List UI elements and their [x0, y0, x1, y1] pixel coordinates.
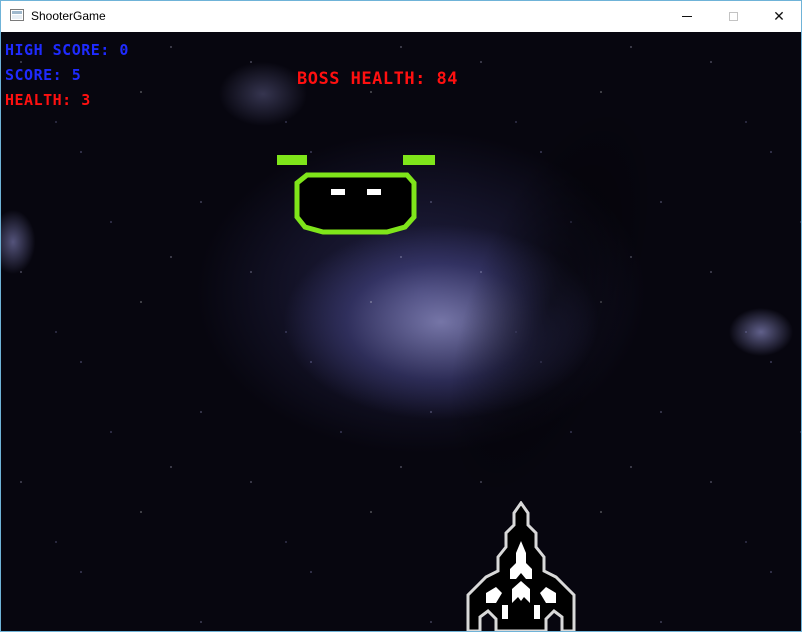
title-bar[interactable]: ShooterGame ✕ [1, 1, 801, 32]
boss-alien-sprite [277, 155, 435, 235]
game-canvas[interactable]: HIGH SCORE: 0 SCORE: 5 HEALTH: 3 BOSS HE… [1, 32, 801, 631]
game-window: ShooterGame ✕ HIGH SCORE: 0 SCORE: 5 HEA… [0, 0, 802, 632]
maximize-button[interactable] [710, 1, 756, 32]
score-text: SCORE: 5 [5, 66, 82, 84]
window-title: ShooterGame [31, 9, 106, 23]
minimize-icon [682, 16, 692, 17]
player-ship-sprite [466, 501, 576, 631]
maximize-icon [728, 12, 738, 21]
starfield-background [1, 32, 801, 631]
boss-health-text: BOSS HEALTH: 84 [297, 69, 459, 89]
app-window-icon [10, 9, 24, 21]
close-button[interactable]: ✕ [756, 1, 801, 32]
health-text: HEALTH: 3 [5, 91, 91, 109]
minimize-button[interactable] [664, 1, 710, 32]
close-icon: ✕ [773, 8, 785, 25]
high-score-text: HIGH SCORE: 0 [5, 41, 129, 59]
